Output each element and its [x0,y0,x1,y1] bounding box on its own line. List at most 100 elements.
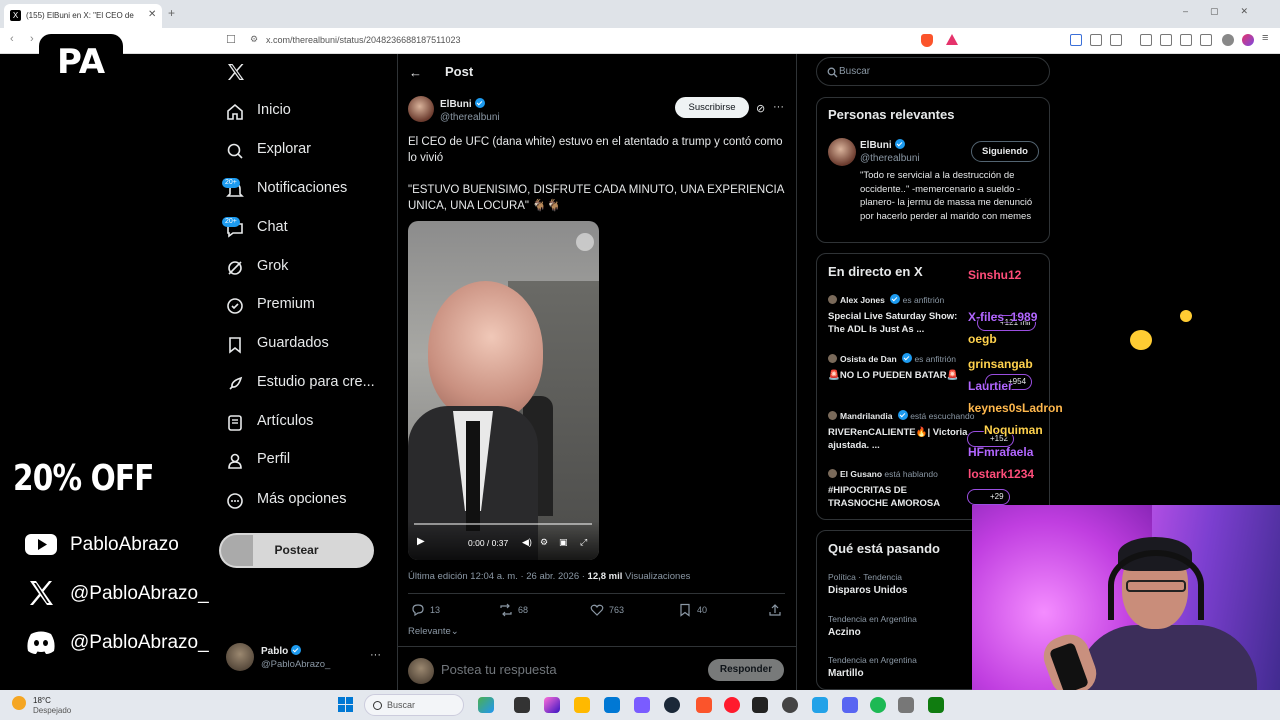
new-tab-icon[interactable]: + [168,6,175,20]
leo-ai-icon[interactable] [1200,34,1212,46]
extension-icon[interactable] [1070,34,1082,46]
sidebar-item-premium[interactable]: Premium [226,293,396,319]
emoji-icon [1180,310,1192,322]
back-arrow-icon[interactable]: ← [409,65,422,80]
opera-icon[interactable] [724,697,740,713]
trend-item[interactable]: Tendencia en Argentina Martillo [828,655,917,679]
live-space-item[interactable]: El Gusano está hablando #HIPOCRITAS DE T… [828,469,968,510]
reply-submit-button[interactable]: Responder [708,659,784,681]
play-icon[interactable]: ▶ [417,536,425,547]
card-title: En directo en X [828,264,923,279]
app-icon[interactable] [812,697,828,713]
sidebar-item-estudio[interactable]: Estudio para cre... [226,371,396,397]
discord-icon[interactable] [842,697,858,713]
spotify-icon[interactable] [870,697,886,713]
live-title: Special Live Saturday Show: The ADL Is J… [828,311,958,335]
brave-icon[interactable] [696,697,712,713]
window-controls[interactable]: –▢✕ [1183,6,1270,17]
app-icon[interactable] [478,697,494,713]
pip-icon[interactable]: ▣ [559,537,568,548]
sidebar-item-mas-opciones[interactable]: Más opciones [226,488,396,514]
brave-shield-icon[interactable] [921,34,933,47]
vpn-icon[interactable] [1222,34,1234,46]
steam-icon[interactable] [664,697,680,713]
social-x: @PabloAbrazo_ [24,576,224,610]
sidebar-toggle-icon[interactable] [1160,34,1172,46]
sidebar-item-articulos[interactable]: Artículos [226,410,396,436]
relevant-name[interactable]: ElBuni [860,139,905,151]
extension-icon[interactable] [1090,34,1102,46]
sidebar-item-grok[interactable]: Grok [226,255,396,281]
trend-name: Aczino [828,627,861,638]
windows-start-icon[interactable] [338,697,353,712]
brave-rewards-icon[interactable] [946,34,958,45]
media-icon[interactable] [1140,34,1152,46]
app-icon[interactable] [898,697,914,713]
wallet-icon[interactable] [1180,34,1192,46]
close-tab-icon[interactable]: ✕ [148,9,156,20]
avatar[interactable] [828,138,856,166]
sidebar-item-perfil[interactable]: Perfil [226,448,396,474]
reply-input[interactable]: Postea tu respuesta [441,662,557,677]
trend-item[interactable]: Política · Tendencia Disparos Unidos [828,572,907,596]
sort-replies-dropdown[interactable]: Relevante⌄ [408,626,459,637]
back-nav-icon[interactable]: ‹ [10,33,14,45]
app-icon[interactable] [514,697,530,713]
volume-icon[interactable]: ◀) [522,537,532,548]
relevant-handle[interactable]: @therealbuni [860,153,920,164]
author-name[interactable]: ElBuni [440,98,485,110]
video-progress-bar[interactable] [414,523,592,525]
verified-icon [894,139,905,149]
post-more-icon[interactable]: ··· [773,101,784,113]
forward-nav-icon[interactable]: › [30,33,34,45]
grok-explain-icon[interactable]: ⊘ [756,102,765,115]
video-player[interactable]: ▶ 0:00 / 0:37 ◀) ⚙ ▣ ⤢ [408,221,599,560]
obs-icon[interactable] [782,697,798,713]
settings-icon[interactable]: ⚙ [540,537,548,548]
site-info-icon[interactable]: ⚙ [250,34,258,45]
address-bar[interactable]: x.com/therealbuni/status/204823668818751… [266,35,460,45]
sidebar-item-inicio[interactable]: Inicio [226,99,396,125]
xbox-icon[interactable] [928,697,944,713]
app-icon[interactable] [544,697,560,713]
app-icon[interactable] [604,697,620,713]
divider [408,593,785,594]
app-icon[interactable] [634,697,650,713]
chat-username: X-files_1989 [968,310,1038,324]
temperature: 18°C [33,696,51,705]
browser-tab[interactable]: X (155) ElBuni en X: "El CEO de U ✕ [4,4,162,28]
repost-icon [500,603,512,617]
post-button[interactable]: Postear [219,533,374,568]
sidebar-item-notificaciones[interactable]: 20+ Notificaciones [222,177,396,203]
profile-icon[interactable] [1242,34,1254,46]
live-space-item[interactable]: Alex Jones es anfitrión Special Live Sat… [828,294,968,336]
sidebar-item-chat[interactable]: 20+ Chat [222,216,396,242]
live-space-item[interactable]: Osista de Dan es anfitrión 🚨NO LO PUEDEN… [828,353,968,382]
following-button[interactable]: Siguiendo [971,141,1039,162]
emoji-icon [1130,330,1152,350]
trend-item[interactable]: Tendencia en Argentina Aczino [828,614,917,638]
x-logo-icon[interactable] [226,62,246,82]
bookmark-page-icon[interactable]: ☐ [226,33,236,46]
channel-logo: PA [39,34,123,94]
taskbar-search[interactable]: Buscar [364,694,464,716]
live-space-item[interactable]: Mandrilandia está escuchando RIVERenCALI… [828,410,974,452]
search-input[interactable]: Buscar [816,57,1050,86]
account-switcher[interactable]: Pablo @PabloAbrazo_ ··· [226,643,386,675]
sidebar-item-guardados[interactable]: Guardados [226,332,396,358]
chat-username: HFmrafaela [968,445,1034,459]
sidebar-item-explorar[interactable]: Explorar [226,138,396,164]
weather-widget[interactable]: 18°C Despejado [12,693,92,717]
file-explorer-icon[interactable] [574,697,590,713]
more-options-icon[interactable]: ··· [370,649,381,661]
menu-icon[interactable]: ≡ [1262,32,1268,44]
avatar [828,469,837,478]
author-handle[interactable]: @therealbuni [440,112,500,123]
app-icon[interactable] [752,697,768,713]
fullscreen-icon[interactable]: ⤢ [580,537,587,548]
promo-text: 20% OFF [13,458,154,499]
search-icon [827,67,838,78]
extension-icon[interactable] [1110,34,1122,46]
author-avatar[interactable] [408,96,434,122]
subscribe-button[interactable]: Suscribirse [675,97,749,118]
